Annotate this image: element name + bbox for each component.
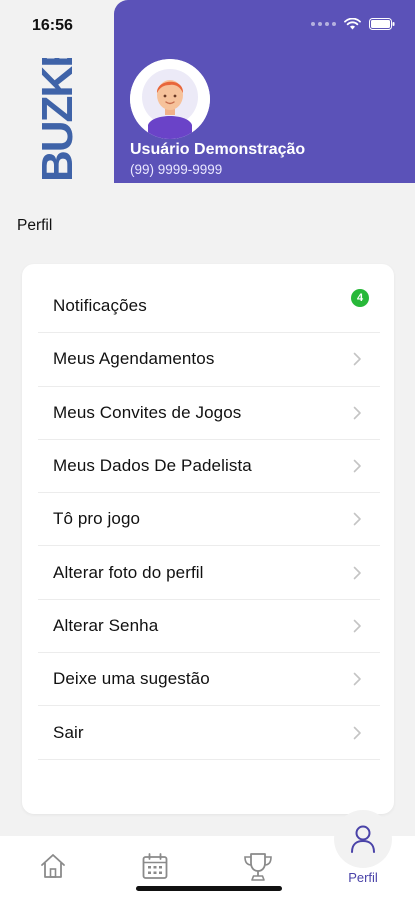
chevron-right-icon <box>353 726 361 739</box>
chevron-right-icon <box>353 619 361 633</box>
chevron-right-icon <box>353 353 361 366</box>
menu-item-alterar-senha[interactable]: Alterar Senha <box>38 600 380 654</box>
menu-item-meus-convites[interactable]: Meus Convites de Jogos <box>38 387 380 440</box>
menu-item-label: Meus Dados De Padelista <box>53 456 252 476</box>
chevron-right-icon <box>353 672 361 686</box>
status-time: 16:56 <box>32 17 73 34</box>
menu-item-meus-dados[interactable]: Meus Dados De Padelista <box>38 440 380 494</box>
trophy-icon <box>244 853 272 881</box>
chevron-right-icon <box>353 513 361 526</box>
menu-item-label: Deixe uma sugestão <box>53 669 210 689</box>
menu-item-deixe-sugestao[interactable]: Deixe uma sugestão <box>38 653 380 707</box>
menu-item-label: Tô pro jogo <box>53 509 141 529</box>
home-indicator[interactable] <box>136 886 282 891</box>
menu-item-label: Meus Convites de Jogos <box>53 402 242 422</box>
tab-profile[interactable] <box>334 810 392 868</box>
menu-item-alterar-foto[interactable]: Alterar foto do perfil <box>38 546 380 600</box>
brand-logo: BUZKE <box>33 58 82 182</box>
tab-profile-label[interactable]: Perfil <box>334 870 392 885</box>
status-bar: 16:56 <box>0 0 415 50</box>
chevron-right-icon <box>353 406 361 420</box>
menu-item-label: Alterar Senha <box>53 615 159 635</box>
user-icon <box>351 825 375 853</box>
calendar-icon <box>142 853 168 879</box>
menu-item-notificacoes[interactable]: Notificações 4 <box>38 280 380 334</box>
signal-icon <box>311 22 336 26</box>
svg-text:BUZKE: BUZKE <box>33 58 82 182</box>
menu-item-label: Sair <box>53 722 84 742</box>
tab-home[interactable] <box>23 836 83 900</box>
wifi-icon <box>344 18 361 30</box>
status-icons <box>311 18 395 30</box>
user-name: Usuário Demonstração <box>130 141 306 158</box>
avatar-illustration <box>130 59 210 139</box>
chevron-right-icon <box>353 459 361 473</box>
user-phone: (99) 9999-9999 <box>130 162 223 177</box>
section-title: Perfil <box>17 217 53 234</box>
menu-item-label: Alterar foto do perfil <box>53 562 204 582</box>
avatar[interactable] <box>130 59 210 139</box>
menu-item-meus-agendamentos[interactable]: Meus Agendamentos <box>38 333 380 387</box>
notification-badge: 4 <box>351 289 369 308</box>
chevron-right-icon <box>353 566 361 579</box>
profile-menu-card: Notificações 4 Meus Agendamentos Meus Co… <box>22 264 394 814</box>
menu-item-to-pro-jogo[interactable]: Tô pro jogo <box>38 493 380 547</box>
home-icon <box>41 854 65 878</box>
battery-icon <box>369 18 395 30</box>
menu-item-label: Meus Agendamentos <box>53 349 215 369</box>
profile-menu-list: Notificações 4 Meus Agendamentos Meus Co… <box>38 280 380 760</box>
menu-item-label: Notificações <box>53 296 147 316</box>
menu-item-sair[interactable]: Sair <box>38 706 380 760</box>
